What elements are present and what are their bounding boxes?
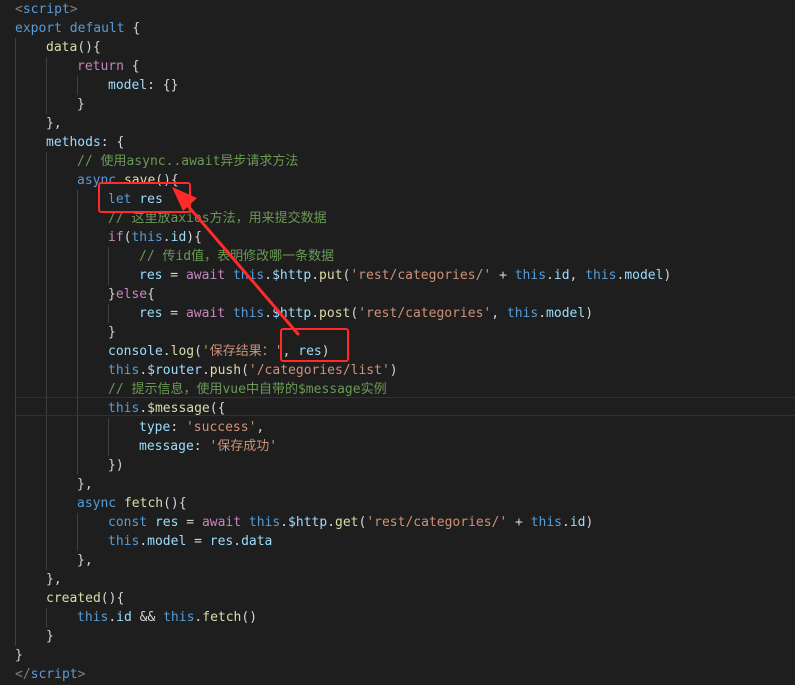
arrow-icon [172,187,300,336]
code-editor[interactable]: <script> export default {data(){return {m… [0,0,795,685]
